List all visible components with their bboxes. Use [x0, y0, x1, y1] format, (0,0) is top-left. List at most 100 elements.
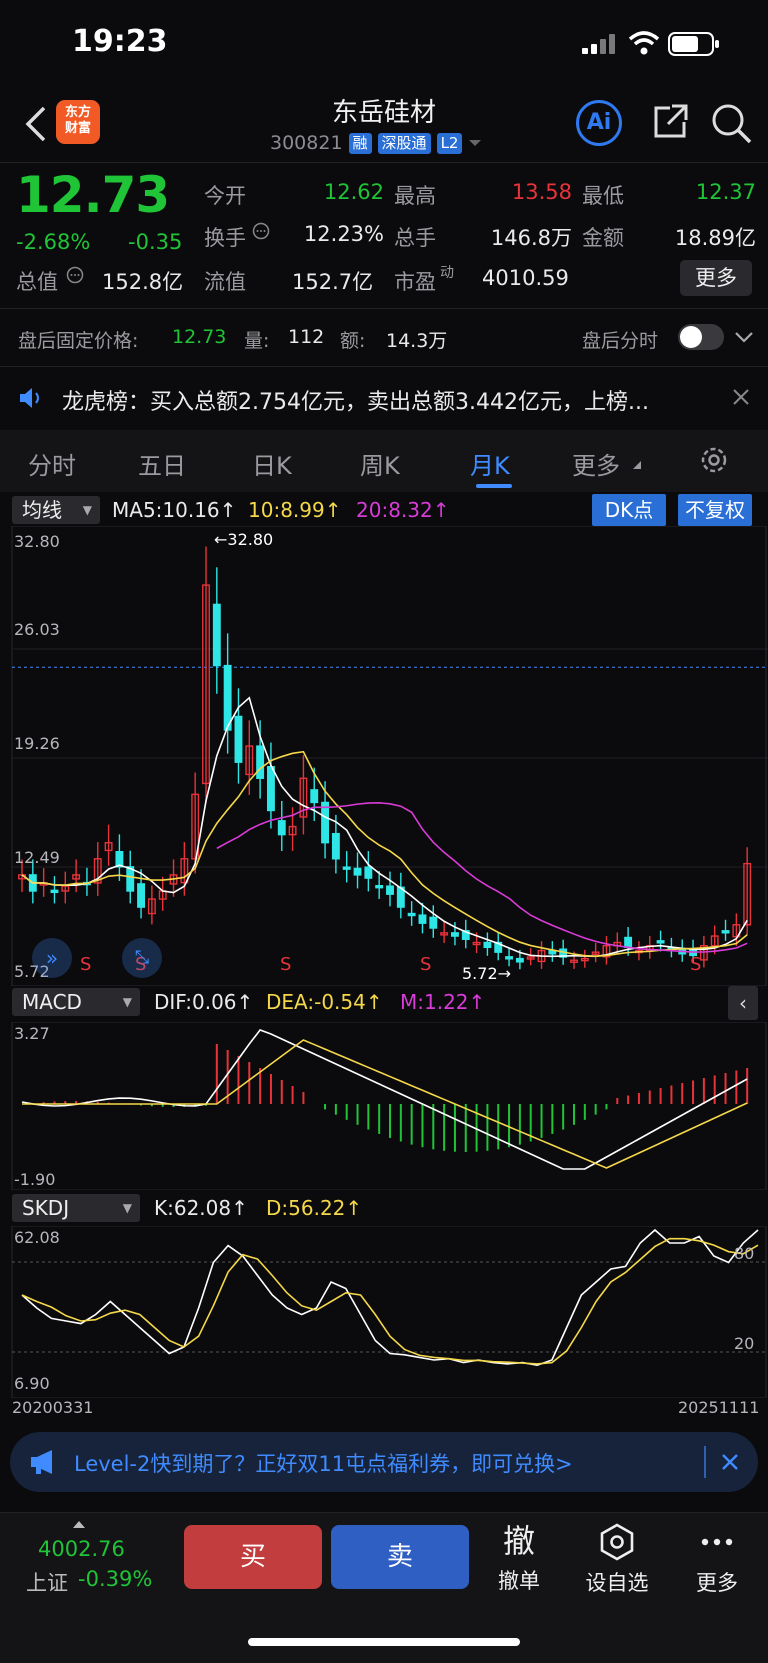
tag-l2: L2: [436, 132, 463, 154]
macd-dif: DIF:0.06↑: [154, 990, 254, 1014]
macd-chart[interactable]: [0, 1022, 768, 1190]
dk-point-button[interactable]: DK点: [592, 494, 666, 526]
status-bar: 19:23: [0, 0, 768, 90]
quote-value: 12.62: [323, 180, 384, 204]
float-value-label: 流值: [204, 270, 246, 294]
kdj-d: D:56.22↑: [266, 1196, 363, 1220]
candle: [72, 859, 81, 893]
tab-intraday[interactable]: 分时: [28, 446, 76, 481]
quote-value: 146.8万: [490, 226, 572, 250]
current-price: 12.73: [16, 166, 170, 224]
quote-value: 12.23%: [303, 222, 384, 246]
macd-indicator-select[interactable]: MACD ▼: [12, 988, 140, 1016]
info-icon[interactable]: [66, 266, 84, 284]
tab-weekly-k[interactable]: 周K: [360, 446, 400, 481]
promo-banner[interactable]: Level-2快到期了？正好双11屯点福利券，即可兑换>: [10, 1432, 758, 1492]
kline-high-marker: ←32.80: [214, 530, 274, 549]
candle: [483, 932, 492, 956]
buy-button[interactable]: 买: [184, 1525, 322, 1589]
total-value-label: 总值: [16, 270, 58, 294]
candle: [537, 941, 546, 969]
after-hours-amt-label: 额:: [340, 330, 366, 352]
kline-axis-top: 32.80: [14, 532, 60, 551]
macd-dea: DEA:-0.54↑: [266, 990, 383, 1014]
index-value[interactable]: 4002.76: [38, 1537, 125, 1561]
ma20-value: 20:8.32↑: [356, 498, 450, 522]
candle: [602, 935, 611, 965]
pe-value: 4010.59: [482, 266, 569, 290]
cancel-icon: 撤: [502, 1522, 535, 1560]
candle: [93, 842, 102, 896]
candle: [277, 801, 286, 851]
pe-superscript: 动: [440, 265, 454, 281]
date-start: 20200331: [12, 1398, 94, 1417]
candle: [721, 919, 730, 941]
kdj-indicator-select[interactable]: SKDJ ▼: [12, 1194, 140, 1222]
no-adjust-button[interactable]: 不复权: [678, 494, 752, 526]
ma-indicator-select[interactable]: 均线 ▼: [12, 496, 100, 524]
candle: [624, 927, 633, 956]
candle: [407, 901, 416, 926]
kdj-chart[interactable]: [0, 1226, 768, 1398]
candle: [634, 941, 643, 961]
add-watchlist-button[interactable]: 设自选: [572, 1523, 662, 1597]
expand-icon[interactable]: »: [32, 938, 72, 978]
banner-close-icon[interactable]: [720, 1452, 740, 1472]
tab-more[interactable]: 更多: [572, 446, 620, 481]
tag-connect: 深股通: [377, 132, 431, 154]
candle: [137, 869, 146, 919]
candle: [212, 567, 221, 694]
candle: [591, 942, 600, 963]
tab-five-day[interactable]: 五日: [138, 446, 186, 481]
after-hours-toggle[interactable]: [678, 324, 724, 350]
banner-text: Level-2快到期了？正好双11屯点福利券，即可兑换>: [74, 1452, 573, 1476]
chevron-down-icon[interactable]: [734, 330, 754, 344]
svg-text:S: S: [690, 954, 701, 975]
bottom-more-button[interactable]: 更多: [672, 1523, 762, 1597]
candle: [353, 852, 362, 889]
candle: [50, 876, 59, 904]
candle: [342, 851, 351, 883]
candle: [429, 905, 438, 938]
kline-axis-2: 26.03: [14, 620, 60, 639]
kdj-level-80: 80: [734, 1244, 755, 1263]
cancel-order-button[interactable]: 撤 撤单: [474, 1523, 564, 1595]
news-ticker[interactable]: 龙虎榜：买入总额2.754亿元，卖出总额3.442亿元，上榜...: [62, 384, 649, 416]
candle: [310, 767, 319, 822]
kline-chart[interactable]: SSSSS: [0, 526, 768, 986]
candle: [104, 824, 113, 866]
more-label: 更多: [696, 1571, 738, 1595]
quote-label: 换手: [204, 226, 246, 250]
tab-monthly-k[interactable]: 月K: [470, 446, 510, 481]
quote-more-button[interactable]: 更多: [680, 260, 752, 296]
ai-button[interactable]: Ai: [576, 100, 622, 146]
caret-icon: [633, 461, 641, 469]
close-icon[interactable]: [732, 388, 750, 406]
ma5-value: MA5:10.16↑: [112, 498, 237, 522]
total-value: 152.8亿: [102, 270, 184, 294]
candle: [396, 872, 405, 919]
quote-value: 18.89亿: [674, 226, 756, 250]
up-caret-icon: [73, 1521, 85, 1528]
kdj-indicator-label: SKDJ: [22, 1196, 70, 1220]
ma10-value: 10:8.99↑: [248, 498, 342, 522]
active-tab-indicator: [476, 484, 512, 488]
share-icon[interactable]: [650, 102, 690, 142]
watchlist-label: 设自选: [585, 1571, 649, 1595]
turnover-info-icon[interactable]: [252, 222, 270, 240]
candle: [158, 876, 167, 911]
gear-icon[interactable]: [698, 444, 730, 476]
fullscreen-icon[interactable]: ⤡: [122, 938, 162, 978]
macd-axis-bottom: -1.90: [14, 1170, 56, 1189]
ma-indicator-label: 均线: [22, 498, 62, 522]
search-icon[interactable]: [710, 102, 754, 146]
collapse-panel-button[interactable]: ‹: [728, 986, 758, 1020]
after-hours-vol: 112: [288, 326, 325, 348]
sell-button[interactable]: 卖: [331, 1525, 469, 1589]
stock-subtitle[interactable]: 300821 融 深股通 L2: [270, 132, 482, 154]
candle: [364, 851, 373, 892]
candle: [440, 922, 449, 944]
tab-daily-k[interactable]: 日K: [252, 446, 292, 481]
change-percent: -2.68%: [16, 230, 91, 254]
kline-low-marker: 5.72→: [462, 964, 512, 983]
